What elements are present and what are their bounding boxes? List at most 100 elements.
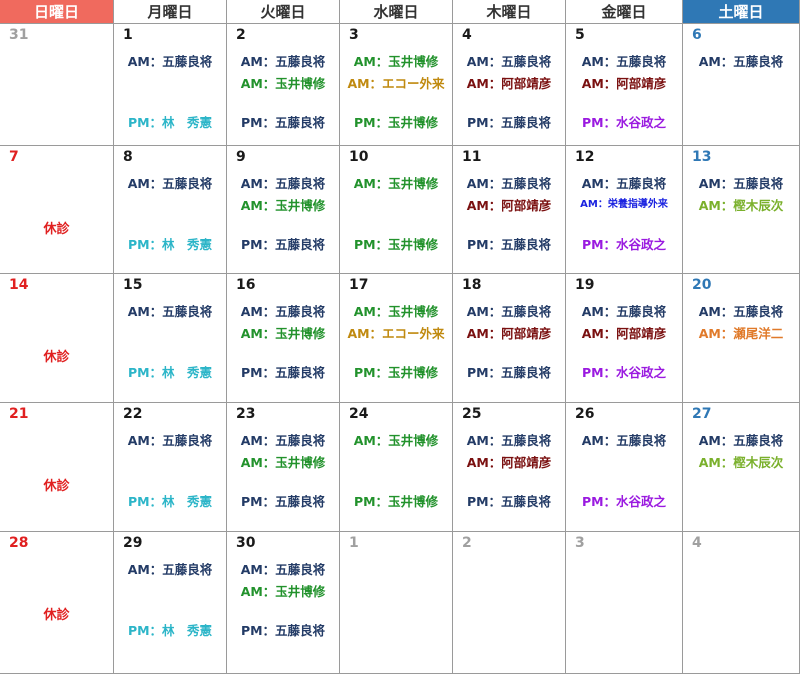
doctor-schedule-entry: PM：林 秀憲 bbox=[127, 237, 213, 252]
day-cell[interactable]: 9 AM：五藤良将 AM：玉井博修 PM：五藤良将 bbox=[227, 146, 340, 274]
doctor-schedule-entry: AM：五藤良将 bbox=[127, 562, 213, 577]
doctor-schedule-entry: AM：五藤良将 bbox=[127, 54, 213, 69]
closed-label: 休診 bbox=[43, 350, 70, 365]
doctor-schedule-entry: AM：五藤良将 bbox=[466, 433, 552, 448]
day-number: 21 bbox=[9, 406, 29, 422]
doctor-schedule-entry: AM：阿部靖彦 bbox=[581, 76, 667, 91]
day-cell[interactable]: 5 AM：五藤良将 AM：阿部靖彦 PM：水谷政之 bbox=[566, 24, 683, 146]
day-number: 26 bbox=[575, 406, 595, 422]
day-cell[interactable]: 26 AM：五藤良将 PM：水谷政之 bbox=[566, 403, 683, 532]
day-cell[interactable]: 12 AM：五藤良将 AM：栄養指導外来 PM：水谷政之 bbox=[566, 146, 683, 274]
day-cell[interactable]: 1 AM：五藤良将 PM：林 秀憲 bbox=[114, 24, 227, 146]
doctor-schedule-entry: AM：五藤良将 bbox=[240, 176, 326, 191]
doctor-schedule-entry: PM：水谷政之 bbox=[581, 365, 667, 380]
doctor-schedule-entry: PM：五藤良将 bbox=[466, 365, 552, 380]
day-number: 3 bbox=[349, 27, 359, 43]
day-cell[interactable]: 22 AM：五藤良将 PM：林 秀憲 bbox=[114, 403, 227, 532]
doctor-schedule-entry: AM：エコー外来 bbox=[347, 76, 445, 91]
day-cell[interactable]: 3 AM：玉井博修 AM：エコー外来 PM：玉井博修 bbox=[340, 24, 453, 146]
day-cell[interactable]: 29 AM：五藤良将 PM：林 秀憲 bbox=[114, 532, 227, 674]
day-cell[interactable]: 17 AM：玉井博修 AM：エコー外来 PM：玉井博修 bbox=[340, 274, 453, 403]
day-cell[interactable]: 25 AM：五藤良将 AM：阿部靖彦 PM：五藤良将 bbox=[453, 403, 566, 532]
day-number: 2 bbox=[236, 27, 246, 43]
doctor-schedule-entry: AM：五藤良将 bbox=[466, 176, 552, 191]
doctor-schedule-entry: AM：樫木辰次 bbox=[698, 198, 784, 213]
day-cell[interactable]: 18 AM：五藤良将 AM：阿部靖彦 PM：五藤良将 bbox=[453, 274, 566, 403]
day-number: 8 bbox=[123, 149, 133, 165]
day-number: 12 bbox=[575, 149, 595, 165]
day-number: 7 bbox=[9, 149, 19, 165]
doctor-schedule-entry: AM：阿部靖彦 bbox=[466, 455, 552, 470]
day-number: 4 bbox=[692, 535, 702, 551]
day-number: 1 bbox=[349, 535, 359, 551]
weekday-header: 火曜日 bbox=[227, 0, 340, 24]
day-cell[interactable]: 27 AM：五藤良将 AM：樫木辰次 bbox=[683, 403, 800, 532]
doctor-schedule-entry: AM：阿部靖彦 bbox=[581, 326, 667, 341]
day-cell[interactable]: 11 AM：五藤良将 AM：阿部靖彦 PM：五藤良将 bbox=[453, 146, 566, 274]
day-cell[interactable]: 4 bbox=[683, 532, 800, 674]
day-cell[interactable]: 21 休診 bbox=[0, 403, 114, 532]
doctor-schedule-entry: PM：林 秀憲 bbox=[127, 494, 213, 509]
day-cell[interactable]: 23 AM：五藤良将 AM：玉井博修 PM：五藤良将 bbox=[227, 403, 340, 532]
day-cell[interactable]: 31 bbox=[0, 24, 114, 146]
doctor-schedule-entry: AM：五藤良将 bbox=[240, 54, 326, 69]
doctor-schedule-entry: AM：玉井博修 bbox=[353, 304, 439, 319]
day-cell[interactable]: 7 休診 bbox=[0, 146, 114, 274]
day-cell[interactable]: 30 AM：五藤良将 AM：玉井博修 PM：五藤良将 bbox=[227, 532, 340, 674]
day-number: 5 bbox=[575, 27, 585, 43]
day-number: 22 bbox=[123, 406, 143, 422]
day-number: 15 bbox=[123, 277, 143, 293]
day-number: 13 bbox=[692, 149, 712, 165]
doctor-schedule-entry: AM：五藤良将 bbox=[581, 54, 667, 69]
doctor-schedule-entry: AM：五藤良将 bbox=[698, 176, 784, 191]
day-cell[interactable]: 4 AM：五藤良将 AM：阿部靖彦 PM：五藤良将 bbox=[453, 24, 566, 146]
day-cell[interactable]: 3 bbox=[566, 532, 683, 674]
day-cell[interactable]: 15 AM：五藤良将 PM：林 秀憲 bbox=[114, 274, 227, 403]
day-number: 18 bbox=[462, 277, 482, 293]
day-cell[interactable]: 2 AM：五藤良将 AM：玉井博修 PM：五藤良将 bbox=[227, 24, 340, 146]
day-number: 30 bbox=[236, 535, 256, 551]
day-cell[interactable]: 14 休診 bbox=[0, 274, 114, 403]
doctor-schedule-entry: AM：樫木辰次 bbox=[698, 455, 784, 470]
day-cell[interactable]: 10 AM：玉井博修 PM：玉井博修 bbox=[340, 146, 453, 274]
doctor-schedule-entry: AM：五藤良将 bbox=[240, 304, 326, 319]
doctor-schedule-entry: PM：水谷政之 bbox=[581, 494, 667, 509]
day-cell[interactable]: 13 AM：五藤良将 AM：樫木辰次 bbox=[683, 146, 800, 274]
day-cell[interactable]: 20 AM：五藤良将 AM：瀬尾洋二 bbox=[683, 274, 800, 403]
doctor-schedule-entry: PM：五藤良将 bbox=[466, 115, 552, 130]
doctor-schedule-entry: PM：玉井博修 bbox=[353, 237, 439, 252]
doctor-schedule-entry: AM：瀬尾洋二 bbox=[698, 326, 784, 341]
doctor-schedule-entry: AM：五藤良将 bbox=[466, 304, 552, 319]
doctor-schedule-entry: AM：玉井博修 bbox=[240, 455, 326, 470]
day-number: 19 bbox=[575, 277, 595, 293]
day-number: 29 bbox=[123, 535, 143, 551]
doctor-schedule-entry: AM：玉井博修 bbox=[353, 54, 439, 69]
day-number: 25 bbox=[462, 406, 482, 422]
day-cell[interactable]: 19 AM：五藤良将 AM：阿部靖彦 PM：水谷政之 bbox=[566, 274, 683, 403]
doctor-schedule-entry: AM：五藤良将 bbox=[581, 176, 667, 191]
doctor-schedule-entry: AM：五藤良将 bbox=[698, 433, 784, 448]
day-cell[interactable]: 8 AM：五藤良将 PM：林 秀憲 bbox=[114, 146, 227, 274]
doctor-schedule-entry: AM：玉井博修 bbox=[353, 176, 439, 191]
day-cell[interactable]: 24 AM：玉井博修 PM：玉井博修 bbox=[340, 403, 453, 532]
day-number: 28 bbox=[9, 535, 29, 551]
doctor-schedule-entry: PM：玉井博修 bbox=[353, 115, 439, 130]
day-cell[interactable]: 2 bbox=[453, 532, 566, 674]
day-number: 11 bbox=[462, 149, 482, 165]
doctor-schedule-entry: AM：栄養指導外来 bbox=[580, 199, 668, 210]
doctor-schedule-entry: AM：五藤良将 bbox=[581, 433, 667, 448]
day-cell[interactable]: 6 AM：五藤良将 bbox=[683, 24, 800, 146]
schedule-calendar: 日曜日 月曜日 火曜日 水曜日 木曜日 金曜日 土曜日 31 1 AM：五藤良将 PM：林 秀憲 2 A… bbox=[0, 0, 800, 674]
doctor-schedule-entry: PM：五藤良将 bbox=[240, 365, 326, 380]
day-cell[interactable]: 16 AM：五藤良将 AM：玉井博修 PM：五藤良将 bbox=[227, 274, 340, 403]
doctor-schedule-entry: AM：玉井博修 bbox=[240, 326, 326, 341]
weekday-header: 日曜日 bbox=[0, 0, 114, 24]
doctor-schedule-entry: AM：五藤良将 bbox=[127, 176, 213, 191]
doctor-schedule-entry: AM：五藤良将 bbox=[127, 433, 213, 448]
day-number: 1 bbox=[123, 27, 133, 43]
day-cell[interactable]: 28 休診 bbox=[0, 532, 114, 674]
closed-label: 休診 bbox=[43, 479, 70, 494]
doctor-schedule-entry: AM：玉井博修 bbox=[240, 198, 326, 213]
doctor-schedule-entry: AM：五藤良将 bbox=[698, 54, 784, 69]
day-cell[interactable]: 1 bbox=[340, 532, 453, 674]
